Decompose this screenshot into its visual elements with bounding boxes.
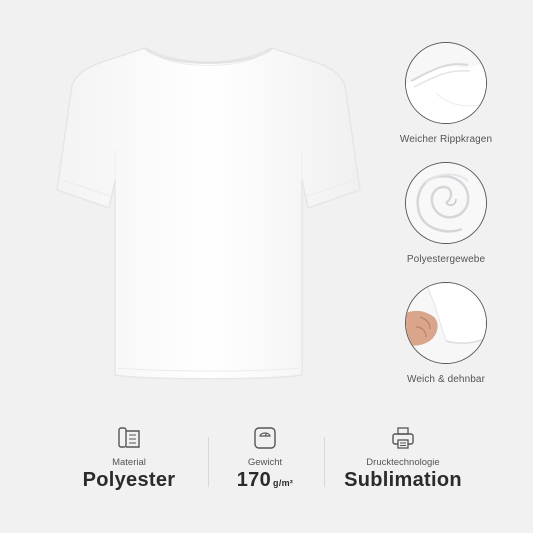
feature-collar: Weicher Rippkragen xyxy=(376,42,516,145)
feature-stretch: Weich & dehnbar xyxy=(376,282,516,385)
spec-label: Gewicht xyxy=(247,457,283,468)
spec-value-unit: g/m² xyxy=(273,478,294,488)
spec-label: Drucktechnologie xyxy=(366,457,440,468)
spec-value-number: 170 xyxy=(236,469,272,491)
sleeve-stretch-icon xyxy=(405,282,487,364)
feature-label: Weicher Rippkragen xyxy=(399,134,493,145)
spec-print: Drucktechnologie Sublimation xyxy=(323,425,483,492)
spec-weight: Gewicht 170 g/m² xyxy=(185,425,345,492)
scale-icon xyxy=(185,425,345,453)
fabric-swirl-icon xyxy=(405,162,487,244)
spec-value: 170 g/m² xyxy=(185,469,345,492)
tshirt-product-image xyxy=(40,30,380,390)
spec-value: Sublimation xyxy=(344,469,462,491)
printer-icon xyxy=(323,425,483,453)
feature-fabric: Polyestergewebe xyxy=(376,162,516,265)
spec-divider xyxy=(208,437,209,487)
spec-divider xyxy=(324,437,325,487)
feature-label: Weich & dehnbar xyxy=(406,374,486,385)
collar-closeup-icon xyxy=(405,42,487,124)
feature-label: Polyestergewebe xyxy=(406,254,486,265)
specs-row: Material Polyester Gewicht 170 g/m² Druck… xyxy=(0,425,533,505)
